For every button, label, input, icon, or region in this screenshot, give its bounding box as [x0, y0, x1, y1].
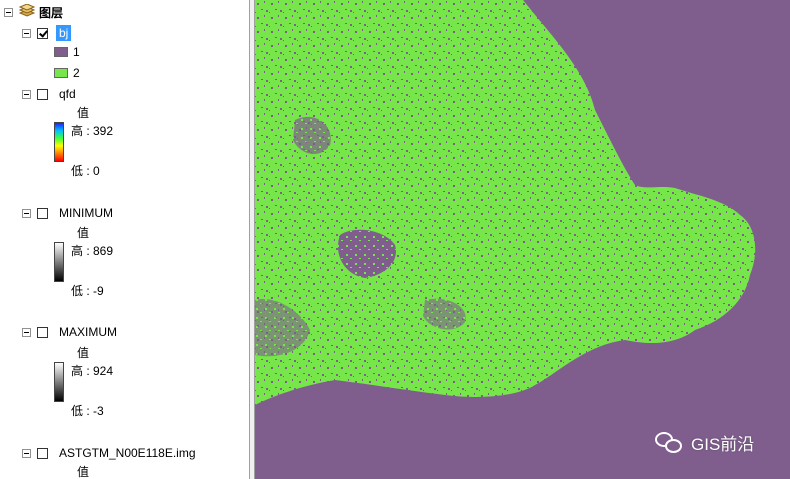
field-label: 值	[77, 105, 90, 120]
layer-name[interactable]: MINIMUM	[56, 205, 116, 221]
field-label: 值	[77, 345, 90, 360]
collapse-toggle[interactable]	[22, 327, 31, 337]
ramp-high-label: 高 : 392	[71, 123, 114, 138]
layer-minimum[interactable]: MINIMUM	[22, 204, 116, 222]
toc-root[interactable]: 图层	[4, 2, 64, 21]
collapse-toggle[interactable]	[22, 28, 31, 38]
layer-visibility-checkbox[interactable]	[37, 326, 48, 338]
field-label: 值	[77, 464, 90, 479]
legend-item: 1	[54, 43, 80, 61]
table-of-contents: 图层 bj 1 2 qfd 值 高 : 392 低 : 0 MINIMUM 值 …	[0, 0, 249, 479]
legend-label: 2	[73, 66, 80, 80]
color-ramp	[54, 122, 64, 162]
field-label: 值	[77, 225, 90, 240]
legend-swatch	[54, 68, 68, 78]
ramp-low-label: 低 : -3	[71, 403, 104, 418]
watermark-text: GIS前沿	[691, 435, 755, 454]
legend-item: 2	[54, 64, 80, 82]
ramp-high-label: 高 : 924	[71, 363, 114, 378]
wechat-icon	[655, 431, 685, 454]
legend-swatch	[54, 47, 68, 57]
collapse-toggle[interactable]	[22, 448, 31, 458]
ramp-low-label: 低 : -9	[71, 283, 104, 298]
layer-qfd[interactable]: qfd	[22, 85, 79, 103]
layer-visibility-checkbox[interactable]	[37, 447, 48, 459]
map-view[interactable]	[255, 0, 790, 479]
watermark: GIS前沿	[655, 430, 754, 455]
layer-astgtm[interactable]: ASTGTM_N00E118E.img	[22, 444, 199, 462]
layer-visibility-checkbox[interactable]	[37, 207, 48, 219]
toc-root-label: 图层	[39, 5, 64, 20]
grayscale-ramp	[54, 242, 64, 282]
layer-visibility-checkbox[interactable]	[37, 27, 48, 39]
layer-name[interactable]: bj	[56, 25, 72, 41]
layers-icon	[18, 2, 36, 21]
grayscale-ramp	[54, 362, 64, 402]
ramp-low-label: 低 : 0	[71, 163, 100, 178]
legend-label: 1	[73, 45, 80, 59]
collapse-toggle[interactable]	[22, 89, 31, 99]
layer-visibility-checkbox[interactable]	[37, 88, 48, 100]
layer-name[interactable]: MAXIMUM	[56, 324, 120, 340]
collapse-toggle[interactable]	[4, 7, 13, 17]
classified-raster	[255, 0, 790, 479]
layer-name[interactable]: ASTGTM_N00E118E.img	[56, 445, 199, 461]
ramp-high-label: 高 : 869	[71, 243, 114, 258]
layer-name[interactable]: qfd	[56, 86, 79, 102]
layer-bj[interactable]: bj	[22, 24, 72, 42]
layer-maximum[interactable]: MAXIMUM	[22, 323, 120, 341]
collapse-toggle[interactable]	[22, 208, 31, 218]
